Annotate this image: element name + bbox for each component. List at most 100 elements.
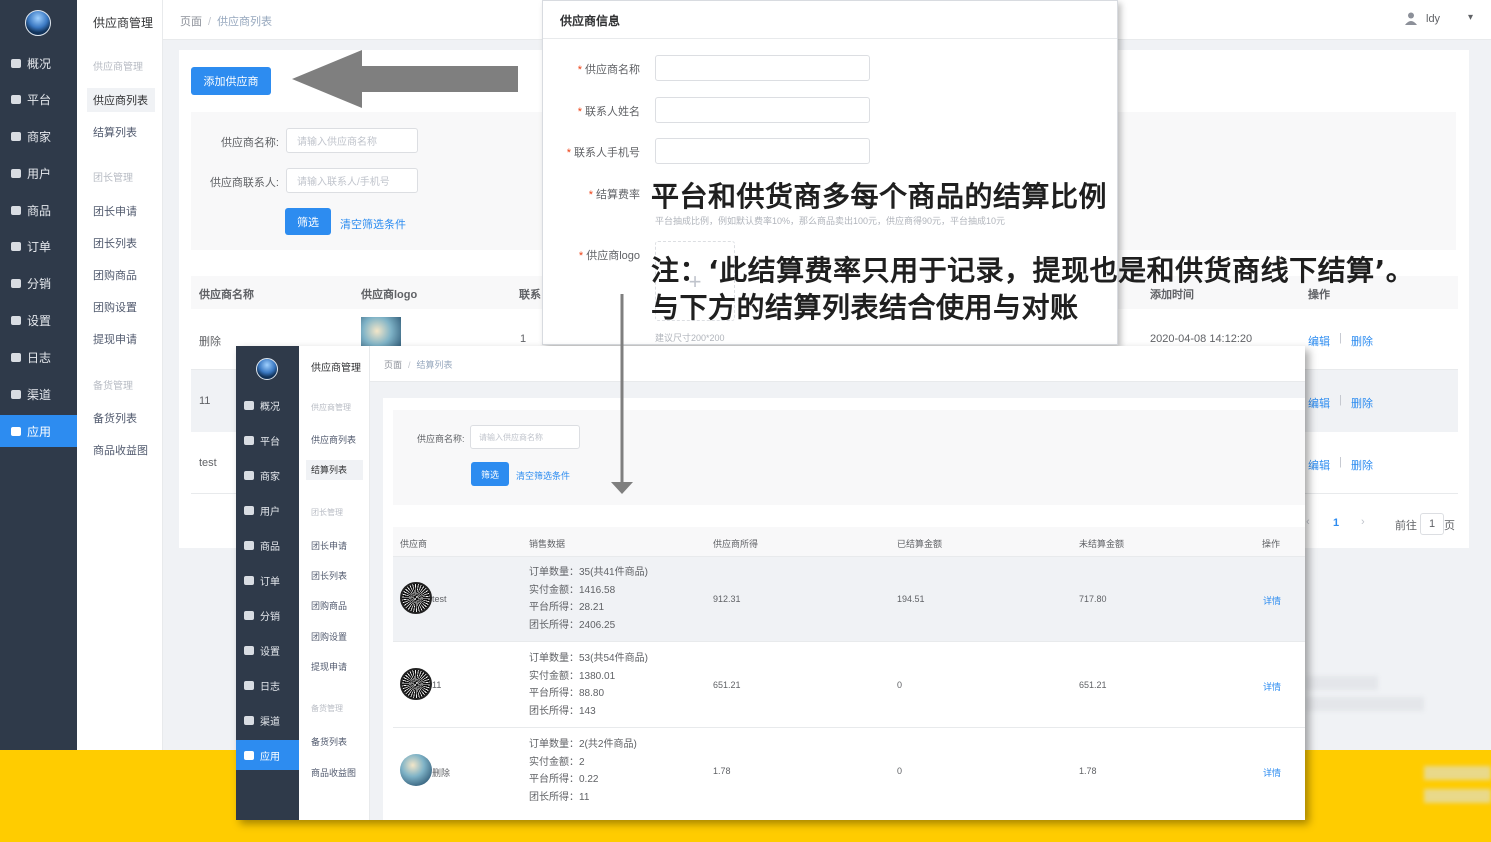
submenu-item-leader-apply[interactable]: 团长申请 [87,199,155,223]
nav-item-apps[interactable]: 应用 [236,740,299,770]
annotation-caption-note: 注：‘此结算费率只用于记录，提现也是和供货商线下结算’。 [651,254,1415,287]
monitor-icon [11,58,21,68]
nav-item-overview[interactable]: 概况 [236,390,299,420]
table-row: 删除 订单数量：2(共2件商品) 实付金额：2 平台所得：0.22 团长所得：1… [393,729,1305,814]
column-header: 供应商 [400,539,428,549]
annotation-caption-rate: 平台和供货商多每个商品的结算比例 [651,180,1108,213]
nav-item-log[interactable]: 日志 [236,670,299,700]
gear-icon [11,315,21,325]
submenu-item-stock-list[interactable]: 备货列表 [87,406,155,430]
logo-hint: 建议尺寸200*200 [655,333,725,343]
submenu-item-group-goods[interactable]: 团购商品 [87,263,155,287]
submenu-title: 供应商管理 [311,363,361,374]
nav-item-distribution[interactable]: 分销 [236,600,299,630]
detail-link[interactable]: 详情 [1263,594,1281,607]
field-label-rate: * 结算费率 [588,189,640,201]
nav-item-product[interactable]: 商品 [0,194,77,226]
goto-page-input[interactable]: 1 [1420,513,1444,535]
nav-item-log[interactable]: 日志 [0,341,77,373]
prev-page-icon[interactable]: ‹ [1306,516,1310,528]
clear-filter-link[interactable]: 清空筛选条件 [516,469,570,482]
nav-item-order[interactable]: 订单 [236,565,299,595]
sales-data: 订单数量：53(共54件商品) 实付金额：1380.01 平台所得：88.80 … [529,650,648,720]
nav-item-overview[interactable]: 概况 [0,47,77,79]
supplier-contact-label: 供应商联系人: [209,177,279,189]
supplier-contact-input[interactable]: 请输入联系人/手机号 [286,168,418,193]
breadcrumb-root[interactable]: 页面 [384,360,402,370]
nav-item-user[interactable]: 用户 [0,157,77,189]
blurred-content [1306,676,1378,690]
supplier-name: 删除 [432,768,451,778]
breadcrumb-separator: / [208,16,212,28]
settled-amount: 194.51 [897,594,925,604]
submenu-item-supplier-list[interactable]: 供应商列表 [306,430,363,450]
edit-link[interactable]: 编辑 [1308,333,1330,349]
breadcrumb-current: 供应商列表 [217,16,273,28]
nav-item-product[interactable]: 商品 [236,530,299,560]
user-name[interactable]: ldy [1426,13,1440,25]
detail-link[interactable]: 详情 [1263,680,1281,693]
submenu-item-group-goods[interactable]: 团购商品 [306,596,363,616]
submenu-item-group-settings[interactable]: 团购设置 [306,627,363,647]
supplier-name-field[interactable] [655,55,870,81]
submenu-item-leader-list[interactable]: 团长列表 [87,231,155,255]
submenu-item-supplier-list[interactable]: 供应商列表 [87,88,155,112]
column-header: 供应商所得 [713,539,759,549]
submenu-item-leader-list[interactable]: 团长列表 [306,566,363,586]
field-label-name: * 供应商名称 [577,64,640,76]
supplier-name-input[interactable]: 请输入供应商名称 [470,425,580,449]
delete-link[interactable]: 删除 [1351,333,1373,349]
nav-item-order[interactable]: 订单 [0,230,77,262]
contact-name-field[interactable] [655,97,870,123]
nav-item-settings[interactable]: 设置 [0,304,77,336]
nav-item-merchant[interactable]: 商家 [236,460,299,490]
nav-item-user[interactable]: 用户 [236,495,299,525]
nav-item-distribution[interactable]: 分销 [0,267,77,299]
submenu-item-group-settings[interactable]: 团购设置 [87,295,155,319]
filter-button[interactable]: 筛选 [471,462,509,486]
submenu-item-leader-apply[interactable]: 团长申请 [306,536,363,556]
app-logo [25,10,51,36]
required-mark: * [566,147,571,159]
clear-filter-link[interactable]: 清空筛选条件 [340,216,406,232]
column-header: 销售数据 [529,539,566,549]
chevron-down-icon[interactable]: ▾ [1468,12,1473,23]
required-mark: * [577,106,582,118]
supplier-name: test [432,594,447,604]
add-supplier-button[interactable]: 添加供应商 [191,67,271,95]
field-label-contact: * 联系人姓名 [577,106,640,118]
nav-item-channel[interactable]: 渠道 [0,378,77,410]
required-mark: * [577,64,582,76]
nav-item-platform[interactable]: 平台 [236,425,299,455]
contact-phone-field[interactable] [655,138,870,164]
breadcrumb: 页面 / 结算列表 [384,358,453,371]
edit-link[interactable]: 编辑 [1308,457,1330,473]
nav-item-settings[interactable]: 设置 [236,635,299,665]
next-page-icon[interactable]: › [1361,516,1365,528]
delete-link[interactable]: 删除 [1351,457,1373,473]
detail-link[interactable]: 详情 [1263,766,1281,779]
edit-link[interactable]: 编辑 [1308,395,1330,411]
submenu-item-stock-list[interactable]: 备货列表 [306,732,363,752]
supplier-name-label: 供应商名称: [417,434,465,444]
submenu-item-withdraw-apply[interactable]: 提现申请 [87,327,155,351]
nav-item-apps[interactable]: 应用 [0,415,77,447]
nav-item-channel[interactable]: 渠道 [236,705,299,735]
dialog-divider [543,38,1117,39]
supplier-name-input[interactable]: 请输入供应商名称 [286,128,418,153]
column-header: 已结算金额 [897,539,943,549]
nav-item-platform[interactable]: 平台 [0,83,77,115]
nav-item-merchant[interactable]: 商家 [0,120,77,152]
filter-button[interactable]: 筛选 [285,208,331,235]
submenu-item-income-chart[interactable]: 商品收益图 [87,438,155,462]
breadcrumb-current: 结算列表 [416,360,453,370]
delete-link[interactable]: 删除 [1351,395,1373,411]
submenu-item-settlement-list[interactable]: 结算列表 [87,120,155,144]
breadcrumb-root[interactable]: 页面 [180,16,202,28]
submenu-item-income-chart[interactable]: 商品收益图 [306,763,363,783]
submenu-item-settlement-list[interactable]: 结算列表 [306,460,363,480]
sales-data: 订单数量：35(共41件商品) 实付金额：1416.58 平台所得：28.21 … [529,564,648,634]
app-logo [256,358,278,380]
page-number[interactable]: 1 [1333,517,1339,529]
submenu-item-withdraw-apply[interactable]: 提现申请 [306,657,363,677]
